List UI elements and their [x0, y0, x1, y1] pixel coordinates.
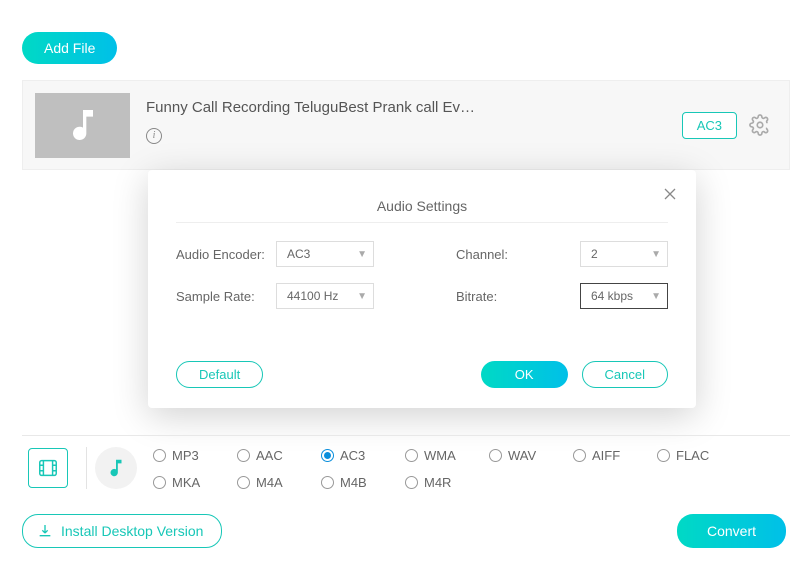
radio-dot: [573, 449, 586, 462]
music-note-icon: [105, 457, 127, 479]
select-bitrate[interactable]: 64 kbps ▼: [580, 283, 668, 309]
format-option-ac3[interactable]: AC3: [321, 448, 389, 463]
format-option-wma[interactable]: WMA: [405, 448, 473, 463]
default-button[interactable]: Default: [176, 361, 263, 388]
film-icon: [37, 457, 59, 479]
file-row: Funny Call Recording TeluguBest Prank ca…: [22, 80, 790, 170]
cancel-button[interactable]: Cancel: [582, 361, 668, 388]
divider: [86, 447, 87, 489]
format-label: WMA: [424, 448, 456, 463]
file-title: Funny Call Recording TeluguBest Prank ca…: [146, 99, 682, 116]
radio-dot: [405, 449, 418, 462]
select-channel[interactable]: 2 ▼: [580, 241, 668, 267]
radio-dot: [237, 476, 250, 489]
format-label: WAV: [508, 448, 536, 463]
format-label: AC3: [340, 448, 365, 463]
chevron-down-icon: ▼: [651, 291, 661, 302]
info-icon[interactable]: i: [146, 128, 162, 144]
convert-button[interactable]: Convert: [677, 514, 786, 548]
format-option-mka[interactable]: MKA: [153, 475, 221, 490]
audio-settings-dialog: Audio Settings Audio Encoder: AC3 ▼ Chan…: [148, 170, 696, 408]
label-channel: Channel:: [456, 247, 568, 262]
format-option-mp3[interactable]: MP3: [153, 448, 221, 463]
format-label: AAC: [256, 448, 283, 463]
select-audio-encoder[interactable]: AC3 ▼: [276, 241, 374, 267]
format-label: M4R: [424, 475, 451, 490]
radio-dot: [237, 449, 250, 462]
label-bitrate: Bitrate:: [456, 289, 568, 304]
format-option-wav[interactable]: WAV: [489, 448, 557, 463]
gear-icon[interactable]: [749, 114, 771, 136]
format-bar: MP3 AAC AC3 WMA WAV AIFF FLAC MKA M4A M4B M4R: [22, 435, 790, 498]
format-row: MP3 AAC AC3 WMA WAV AIFF FLAC: [153, 448, 790, 463]
chevron-down-icon: ▼: [357, 249, 367, 260]
download-icon: [37, 523, 53, 539]
format-option-m4r[interactable]: M4R: [405, 475, 473, 490]
radio-dot: [321, 449, 334, 462]
select-value: 2: [591, 247, 598, 261]
tab-video[interactable]: [28, 448, 68, 488]
divider: [176, 222, 668, 223]
label-audio-encoder: Audio Encoder:: [176, 247, 276, 262]
radio-dot: [489, 449, 502, 462]
format-label: MP3: [172, 448, 199, 463]
chevron-down-icon: ▼: [357, 291, 367, 302]
close-icon[interactable]: [660, 184, 680, 207]
format-option-aac[interactable]: AAC: [237, 448, 305, 463]
radio-dot: [153, 476, 166, 489]
install-desktop-button[interactable]: Install Desktop Version: [22, 514, 222, 548]
select-sample-rate[interactable]: 44100 Hz ▼: [276, 283, 374, 309]
radio-dot: [657, 449, 670, 462]
ok-button[interactable]: OK: [481, 361, 568, 388]
format-label: AIFF: [592, 448, 620, 463]
label-sample-rate: Sample Rate:: [176, 289, 276, 304]
radio-dot: [321, 476, 334, 489]
tab-audio[interactable]: [95, 447, 137, 489]
select-value: AC3: [287, 247, 310, 261]
format-option-m4a[interactable]: M4A: [237, 475, 305, 490]
install-label: Install Desktop Version: [61, 523, 203, 539]
music-note-icon: [63, 105, 103, 145]
radio-dot: [405, 476, 418, 489]
select-value: 44100 Hz: [287, 289, 338, 303]
format-option-aiff[interactable]: AIFF: [573, 448, 641, 463]
format-label: FLAC: [676, 448, 709, 463]
radio-dot: [153, 449, 166, 462]
chevron-down-icon: ▼: [651, 249, 661, 260]
select-value: 64 kbps: [591, 289, 633, 303]
dialog-title: Audio Settings: [176, 198, 668, 214]
format-label: MKA: [172, 475, 200, 490]
file-thumbnail: [35, 93, 130, 158]
format-row: MKA M4A M4B M4R: [153, 475, 790, 490]
add-file-button[interactable]: Add File: [22, 32, 117, 64]
format-label: M4B: [340, 475, 367, 490]
format-label: M4A: [256, 475, 283, 490]
format-badge[interactable]: AC3: [682, 112, 737, 139]
format-option-m4b[interactable]: M4B: [321, 475, 389, 490]
format-option-flac[interactable]: FLAC: [657, 448, 725, 463]
